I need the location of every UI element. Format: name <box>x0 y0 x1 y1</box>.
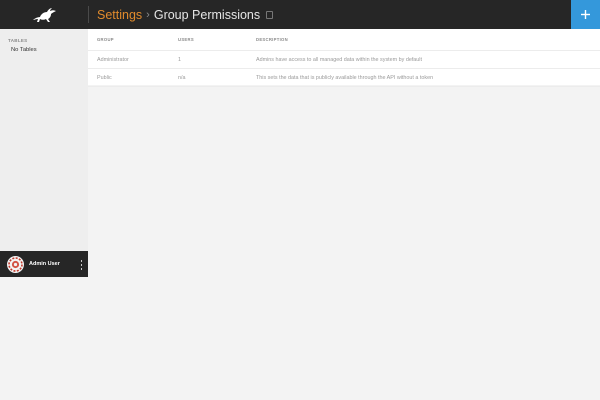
sidebar-empty-message: No Tables <box>11 47 37 53</box>
table-row[interactable]: Administrator 1 Admins have access to al… <box>88 50 600 69</box>
logo[interactable] <box>0 0 88 29</box>
column-header-description[interactable]: DESCRIPTION <box>256 29 600 51</box>
column-header-group[interactable]: GROUP <box>88 29 178 51</box>
sidebar-tables-heading: TABLES <box>8 38 28 43</box>
rabbit-logo-icon <box>33 7 56 22</box>
avatar[interactable] <box>7 256 24 273</box>
description-cell: This sets the data that is publicly avai… <box>256 68 600 87</box>
user-name: Admin User <box>29 261 60 267</box>
sidebar: TABLES No Tables <box>0 29 88 251</box>
add-group-button[interactable] <box>571 0 600 29</box>
more-vertical-icon[interactable] <box>80 260 83 270</box>
user-menu-bar[interactable]: Admin User <box>0 251 88 277</box>
group-permissions-table: GROUP USERS DESCRIPTION Administrator 1 … <box>88 29 600 87</box>
table-header-row: GROUP USERS DESCRIPTION <box>88 29 600 51</box>
top-header: Settings › Group Permissions <box>0 0 600 29</box>
users-cell: n/a <box>178 68 256 87</box>
header-divider <box>88 6 89 23</box>
breadcrumb-separator: › <box>146 8 150 21</box>
page-title: Group Permissions <box>153 7 261 22</box>
breadcrumb: Settings › Group Permissions <box>97 0 274 29</box>
table-row[interactable]: Public n/a This sets the data that is pu… <box>88 68 600 87</box>
column-header-users[interactable]: USERS <box>178 29 256 51</box>
description-cell: Admins have access to all managed data w… <box>256 50 600 69</box>
group-cell: Administrator <box>88 50 178 69</box>
bookmark-icon[interactable] <box>266 10 274 19</box>
users-cell: 1 <box>178 50 256 69</box>
plus-icon <box>581 10 590 19</box>
group-cell: Public <box>88 68 178 87</box>
breadcrumb-settings-link[interactable]: Settings <box>97 8 142 22</box>
